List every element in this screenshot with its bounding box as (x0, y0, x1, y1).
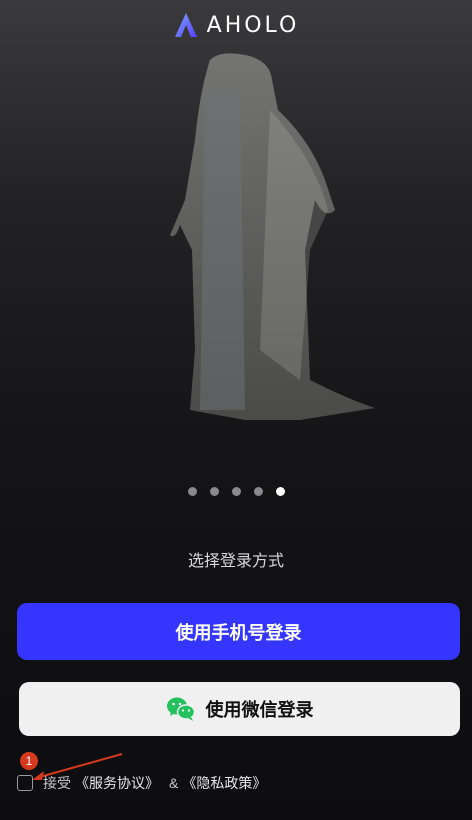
wechat-login-button[interactable]: 使用微信登录 (19, 682, 460, 736)
wechat-icon (166, 697, 195, 721)
brand-name: AHOLO (206, 12, 300, 38)
carousel-dot[interactable] (187, 487, 197, 496)
login-method-prompt: 选择登录方式 (187, 553, 284, 570)
phone-login-button[interactable]: 使用手机号登录 (17, 603, 460, 660)
carousel-dot-active[interactable] (275, 487, 285, 496)
service-agreement-link[interactable]: 《服务协议》 (75, 773, 159, 793)
privacy-policy-link[interactable]: 《隐私政策》 (182, 773, 266, 793)
wechat-login-label: 使用微信登录 (205, 700, 314, 720)
aholo-logo-icon (174, 13, 197, 37)
carousel-indicator (0, 487, 472, 496)
accept-label: 接受 (43, 775, 71, 791)
carousel-dot[interactable] (231, 487, 241, 496)
carousel-dot[interactable] (209, 487, 219, 496)
app-logo: AHOLO (0, 10, 472, 40)
agreement-checkbox[interactable] (17, 775, 33, 791)
carousel-dot[interactable] (253, 487, 263, 496)
ampersand: & (169, 775, 179, 791)
dress-model-image (170, 53, 375, 420)
phone-login-label: 使用手机号登录 (175, 622, 302, 643)
agreement-row: 接受 《服务协议》 & 《隐私政策》 (17, 773, 270, 793)
